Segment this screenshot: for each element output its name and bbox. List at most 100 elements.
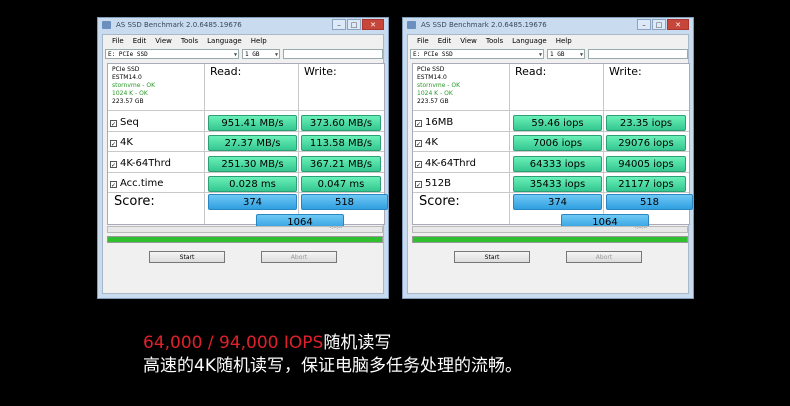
checkbox[interactable]: ✓ <box>415 180 422 189</box>
abort-button[interactable]: Abort <box>261 251 337 263</box>
drive-info: PCIe SSD ESTM14.0 stornvme - OK 1024 K -… <box>417 66 460 106</box>
blank-field[interactable] <box>283 49 383 59</box>
maximize-button[interactable]: □ <box>347 19 361 30</box>
benchmark-window: AS SSD Benchmark 2.0.6485.19676 – □ ✕ Fi… <box>97 17 389 299</box>
read-header: Read: <box>515 65 547 78</box>
progress-fill <box>413 237 687 242</box>
size-select-value: 1 GB <box>550 51 565 58</box>
metric-label: 4K <box>425 137 438 148</box>
title-bar: AS SSD Benchmark 2.0.6485.19676 – □ ✕ <box>403 18 693 32</box>
score-write: 518 <box>301 194 388 210</box>
score-label: Score: <box>419 194 460 209</box>
checkbox[interactable]: ✓ <box>110 160 117 169</box>
close-button[interactable]: ✕ <box>667 19 689 30</box>
read-value: 35433 iops <box>513 176 602 192</box>
write-header: Write: <box>609 65 642 78</box>
checkbox[interactable]: ✓ <box>110 119 117 128</box>
start-button[interactable]: Start <box>149 251 225 263</box>
write-value: 113.58 MB/s <box>301 135 381 151</box>
close-button[interactable]: ✕ <box>362 19 384 30</box>
drive-capacity: 223.57 GB <box>417 98 449 105</box>
caption-line-2: 高速的4K随机读写，保证电脑多任务处理的流畅。 <box>143 356 522 376</box>
abort-button[interactable]: Abort <box>566 251 642 263</box>
menu-edit[interactable]: Edit <box>438 35 452 47</box>
timer-bar: -:--:-- <box>107 225 383 233</box>
timer-bar: -:--:-- <box>412 225 688 233</box>
drive-select[interactable]: E: PCIe SSD ▼ <box>105 49 239 59</box>
blank-field[interactable] <box>588 49 688 59</box>
score-label: Score: <box>114 194 155 209</box>
drive-name: PCIe SSD <box>112 66 140 73</box>
write-header: Write: <box>304 65 337 78</box>
size-select[interactable]: 1 GB ▼ <box>242 49 280 59</box>
checkbox[interactable]: ✓ <box>110 139 117 148</box>
menu-language[interactable]: Language <box>512 35 547 47</box>
read-value: 59.46 iops <box>513 115 602 131</box>
app-icon <box>102 21 111 29</box>
results-grid: PCIe SSD ESTM14.0 stornvme - OK 1024 K -… <box>412 63 693 230</box>
drive-firmware: ESTM14.0 <box>417 74 447 81</box>
toolbar: E: PCIe SSD ▼ 1 GB ▼ <box>103 47 383 60</box>
checkbox[interactable]: ✓ <box>415 119 422 128</box>
menu-file[interactable]: File <box>112 35 124 47</box>
drive-select-value: E: PCIe SSD <box>413 51 453 58</box>
menu-view[interactable]: View <box>155 35 172 47</box>
write-value: 367.21 MB/s <box>301 156 381 172</box>
menu-bar: File Edit View Tools Language Help <box>408 35 688 47</box>
read-value: 951.41 MB/s <box>208 115 297 131</box>
size-select-value: 1 GB <box>245 51 260 58</box>
toolbar: E: PCIe SSD ▼ 1 GB ▼ <box>408 47 688 60</box>
drive-firmware: ESTM14.0 <box>112 74 142 81</box>
menu-language[interactable]: Language <box>207 35 242 47</box>
metric-row-label: ✓ 512B <box>415 175 451 193</box>
metric-label: 4K <box>120 137 133 148</box>
caption-highlight: 64,000 / 94,000 IOPS <box>143 333 324 353</box>
score-write: 518 <box>606 194 693 210</box>
menu-help[interactable]: Help <box>251 35 267 47</box>
menu-tools[interactable]: Tools <box>486 35 503 47</box>
menu-file[interactable]: File <box>417 35 429 47</box>
write-value: 373.60 MB/s <box>301 115 381 131</box>
write-value: 29076 iops <box>606 135 686 151</box>
timer-text: -:--:-- <box>634 225 647 231</box>
window-title: AS SSD Benchmark 2.0.6485.19676 <box>421 21 547 29</box>
dropdown-arrow-icon: ▼ <box>233 52 237 58</box>
checkbox[interactable]: ✓ <box>110 180 117 189</box>
progress-bar <box>107 236 383 243</box>
read-value: 0.028 ms <box>208 176 297 192</box>
window-client: File Edit View Tools Language Help E: PC… <box>102 34 388 294</box>
checkbox[interactable]: ✓ <box>415 160 422 169</box>
driver-status: stornvme - OK <box>417 82 461 89</box>
dropdown-arrow-icon: ▼ <box>274 52 278 58</box>
metric-label: Acc.time <box>120 178 164 189</box>
metric-label: 4K-64Thrd <box>425 158 476 169</box>
menu-bar: File Edit View Tools Language Help <box>103 35 383 47</box>
drive-select[interactable]: E: PCIe SSD ▼ <box>410 49 544 59</box>
metric-label: 16MB <box>425 117 454 128</box>
menu-help[interactable]: Help <box>556 35 572 47</box>
metric-row-label: ✓ Acc.time <box>110 175 163 193</box>
timer-text: -:--:-- <box>329 225 342 231</box>
minimize-button[interactable]: – <box>637 19 651 30</box>
start-button[interactable]: Start <box>454 251 530 263</box>
menu-tools[interactable]: Tools <box>181 35 198 47</box>
metric-label: 512B <box>425 178 451 189</box>
size-select[interactable]: 1 GB ▼ <box>547 49 585 59</box>
progress-bar <box>412 236 688 243</box>
window-title: AS SSD Benchmark 2.0.6485.19676 <box>116 21 242 29</box>
drive-select-value: E: PCIe SSD <box>108 51 148 58</box>
progress-fill <box>108 237 382 242</box>
read-header: Read: <box>210 65 242 78</box>
menu-view[interactable]: View <box>460 35 477 47</box>
score-read: 374 <box>208 194 297 210</box>
minimize-button[interactable]: – <box>332 19 346 30</box>
dropdown-arrow-icon: ▼ <box>579 52 583 58</box>
menu-edit[interactable]: Edit <box>133 35 147 47</box>
app-icon <box>407 21 416 29</box>
results-grid: PCIe SSD ESTM14.0 stornvme - OK 1024 K -… <box>107 63 388 230</box>
caption-line-1-rest: 随机读写 <box>323 333 392 353</box>
checkbox[interactable]: ✓ <box>415 139 422 148</box>
caption-line-1: 64,000 / 94,000 IOPS随机读写 <box>143 328 391 353</box>
metric-label: 4K-64Thrd <box>120 158 171 169</box>
maximize-button[interactable]: □ <box>652 19 666 30</box>
